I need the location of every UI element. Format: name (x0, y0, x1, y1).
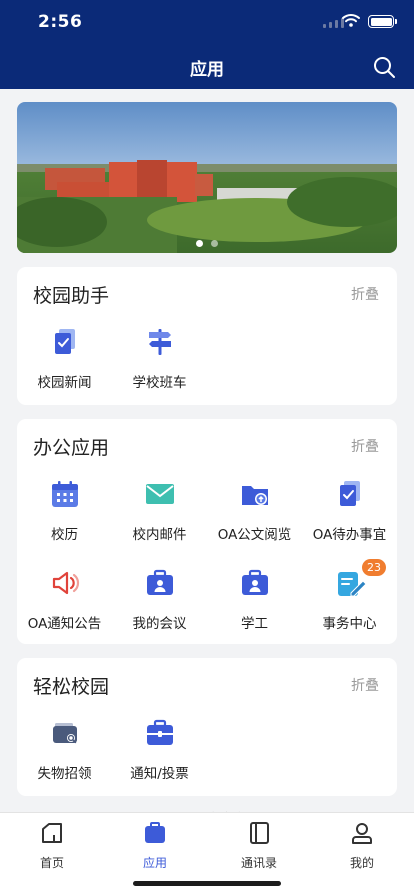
status-time: 2:56 (38, 12, 83, 32)
document-check-icon (340, 481, 360, 506)
app-label: 校内邮件 (132, 527, 187, 543)
tab-home[interactable]: 首页 (12, 821, 92, 870)
app-label: 校园新闻 (37, 375, 92, 391)
home-icon (42, 823, 62, 843)
fold-button[interactable]: 折叠 (351, 675, 379, 695)
app-label: OA待办事宜 (312, 527, 387, 543)
briefcase-icon (147, 719, 173, 745)
wifi-icon (342, 14, 360, 27)
tab-label: 首页 (39, 856, 64, 870)
document-check-icon (55, 329, 75, 354)
app-campus-news[interactable]: 校园新闻 (17, 326, 112, 396)
campus-photo (17, 160, 397, 253)
app-label: 失物招领 (37, 766, 92, 782)
app-label: 事务中心 (322, 616, 377, 632)
tab-label: 通讯录 (240, 856, 277, 870)
search-icon[interactable] (372, 55, 396, 79)
signpost-icon (149, 329, 171, 355)
app-oa-documents[interactable]: OA公文阅览 (207, 478, 302, 548)
calendar-icon (52, 481, 78, 507)
tab-label: 应用 (142, 856, 167, 870)
tab-apps[interactable]: 应用 (115, 821, 195, 870)
fold-button[interactable]: 折叠 (351, 436, 379, 456)
app-oa-todo[interactable]: OA待办事宜 (302, 478, 397, 548)
app-oa-notice[interactable]: OA通知公告 (17, 567, 112, 637)
folder-upload-icon (242, 486, 268, 505)
section-header: 办公应用 折叠 (33, 433, 381, 459)
contacts-book-icon (250, 822, 269, 844)
app-label: 通知/投票 (130, 766, 189, 782)
app-campus-mail[interactable]: 校内邮件 (112, 478, 207, 548)
briefcase-icon (145, 822, 165, 843)
section-header: 轻松校园 折叠 (33, 672, 381, 698)
carousel-dot[interactable] (211, 240, 218, 247)
app-lost-and-found[interactable]: 失物招领 (17, 717, 112, 787)
document-edit-icon (338, 572, 366, 597)
app-label: OA公文阅览 (217, 527, 292, 543)
app-school-calendar[interactable]: 校历 (17, 478, 112, 548)
app-label: 学工 (241, 616, 268, 632)
notification-badge: 23 (362, 559, 386, 576)
wallet-search-icon (53, 723, 77, 744)
section-header: 校园助手 折叠 (33, 281, 381, 307)
app-service-center[interactable]: 23 事务中心 (302, 559, 397, 637)
status-bar: 2:56 (0, 0, 414, 44)
carousel-dot[interactable] (196, 240, 203, 247)
easy-campus-card: 轻松校园 折叠 失物招领 通知/投票 (17, 658, 397, 796)
home-indicator (133, 881, 281, 886)
tab-label: 我的 (349, 856, 374, 870)
app-label: 校历 (51, 527, 78, 543)
fold-button[interactable]: 折叠 (351, 284, 379, 304)
app-label: OA通知公告 (27, 616, 102, 632)
person-icon (352, 823, 372, 844)
nav-bar: 应用 (0, 44, 414, 89)
carousel-indicator (17, 240, 397, 247)
app-student-affairs[interactable]: 学工 (207, 567, 302, 637)
tab-profile[interactable]: 我的 (322, 821, 402, 870)
page-title: 应用 (190, 60, 224, 80)
office-apps-card: 办公应用 折叠 校历 校内邮件 OA公文阅览 OA待办事宜 OA通知公告 我的会… (17, 419, 397, 644)
speaker-icon (52, 571, 80, 595)
app-notice-vote[interactable]: 通知/投票 (112, 717, 207, 787)
tab-contacts[interactable]: 通讯录 (219, 821, 299, 870)
app-label: 我的会议 (132, 616, 187, 632)
battery-icon (368, 15, 397, 28)
banner-carousel[interactable] (17, 102, 397, 253)
app-my-meetings[interactable]: 我的会议 (112, 567, 207, 637)
section-title: 办公应用 (33, 437, 110, 459)
campus-assistant-card: 校园助手 折叠 校园新闻 学校班车 (17, 267, 397, 405)
mail-icon (146, 484, 174, 504)
app-label: 学校班车 (132, 375, 187, 391)
section-title: 轻松校园 (33, 676, 110, 698)
section-title: 校园助手 (33, 285, 110, 307)
briefcase-person-icon (147, 569, 173, 595)
briefcase-person-icon (242, 569, 268, 595)
cellular-signal-icon (323, 18, 344, 28)
app-school-bus[interactable]: 学校班车 (112, 326, 207, 396)
